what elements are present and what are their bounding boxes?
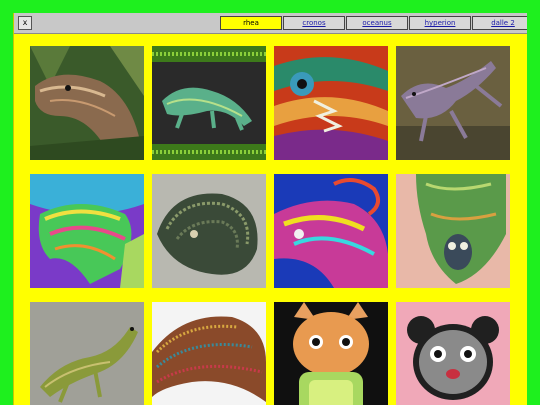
- gallery-image[interactable]: [274, 174, 388, 288]
- tab-hyperion[interactable]: hyperion: [409, 16, 471, 30]
- window-topbar: x rhea cronos oceanus hyperion dalle 2: [14, 13, 527, 34]
- gallery-image[interactable]: [30, 46, 144, 160]
- image-grid: [30, 46, 510, 405]
- gallery-image[interactable]: [274, 46, 388, 160]
- tab-rhea[interactable]: rhea: [220, 16, 282, 30]
- tab-bar: rhea cronos oceanus hyperion dalle 2: [220, 16, 527, 30]
- tab-dalle-2[interactable]: dalle 2: [472, 16, 527, 30]
- tab-oceanus[interactable]: oceanus: [346, 16, 408, 30]
- gallery-image[interactable]: [396, 174, 510, 288]
- gallery-image[interactable]: [30, 302, 144, 405]
- gallery-image[interactable]: [30, 174, 144, 288]
- gallery-window: x rhea cronos oceanus hyperion dalle 2: [13, 13, 527, 405]
- gallery-image[interactable]: [396, 302, 510, 405]
- gallery-image[interactable]: [274, 302, 388, 405]
- gallery-image[interactable]: [396, 46, 510, 160]
- close-button[interactable]: x: [18, 16, 32, 30]
- gallery-image[interactable]: [152, 46, 266, 160]
- gallery-image[interactable]: [152, 174, 266, 288]
- gallery-image[interactable]: [152, 302, 266, 405]
- tab-cronos[interactable]: cronos: [283, 16, 345, 30]
